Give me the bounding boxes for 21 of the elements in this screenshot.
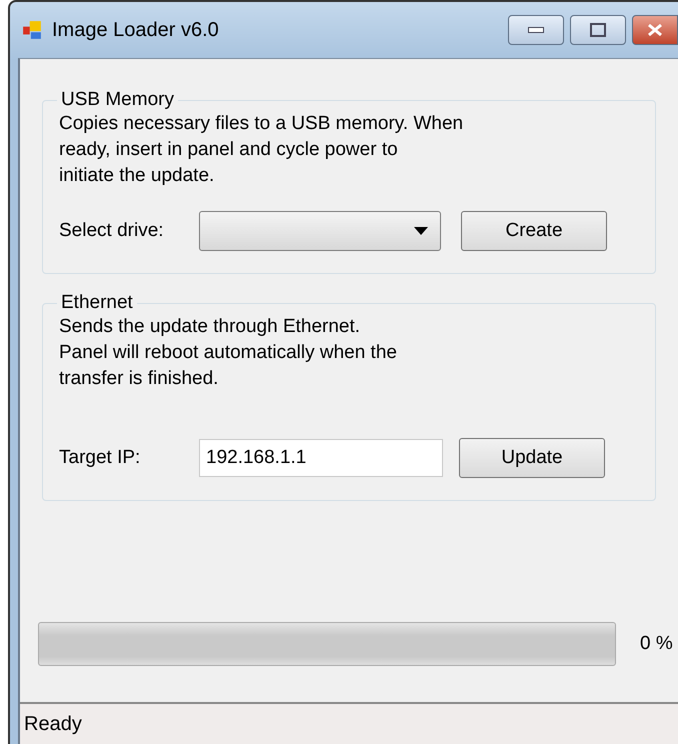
group-description: Copies necessary files to a USB memory. When ready, insert in panel and cycle power to initiate the update. [59,112,464,188]
caret-icon [414,227,428,235]
minimize-icon [528,27,544,33]
status-text: Ready [24,712,82,736]
group-title: Ethernet [60,292,134,314]
action-button[interactable]: Update [459,438,605,478]
close-icon [647,23,663,37]
app-icon [22,20,42,40]
group-title: USB Memory [60,89,175,111]
window-title: Image Loader v6.0 [52,18,219,42]
field-label: Select drive: [59,220,165,242]
close-button[interactable] [632,15,678,45]
minimize-button[interactable] [508,15,564,45]
group-description: Sends the update through Ethernet. Panel will reboot automatically when the transfer is finished. [59,315,398,391]
maximize-button[interactable] [570,15,626,45]
action-button[interactable]: Create [461,211,607,251]
field-label: Target IP: [59,447,142,469]
ip-input-field[interactable]: 192.168.1.1 [199,439,443,477]
maximize-icon [590,23,606,37]
progress-reading: 0 % [640,633,673,655]
drive-dropdown[interactable] [199,211,441,251]
